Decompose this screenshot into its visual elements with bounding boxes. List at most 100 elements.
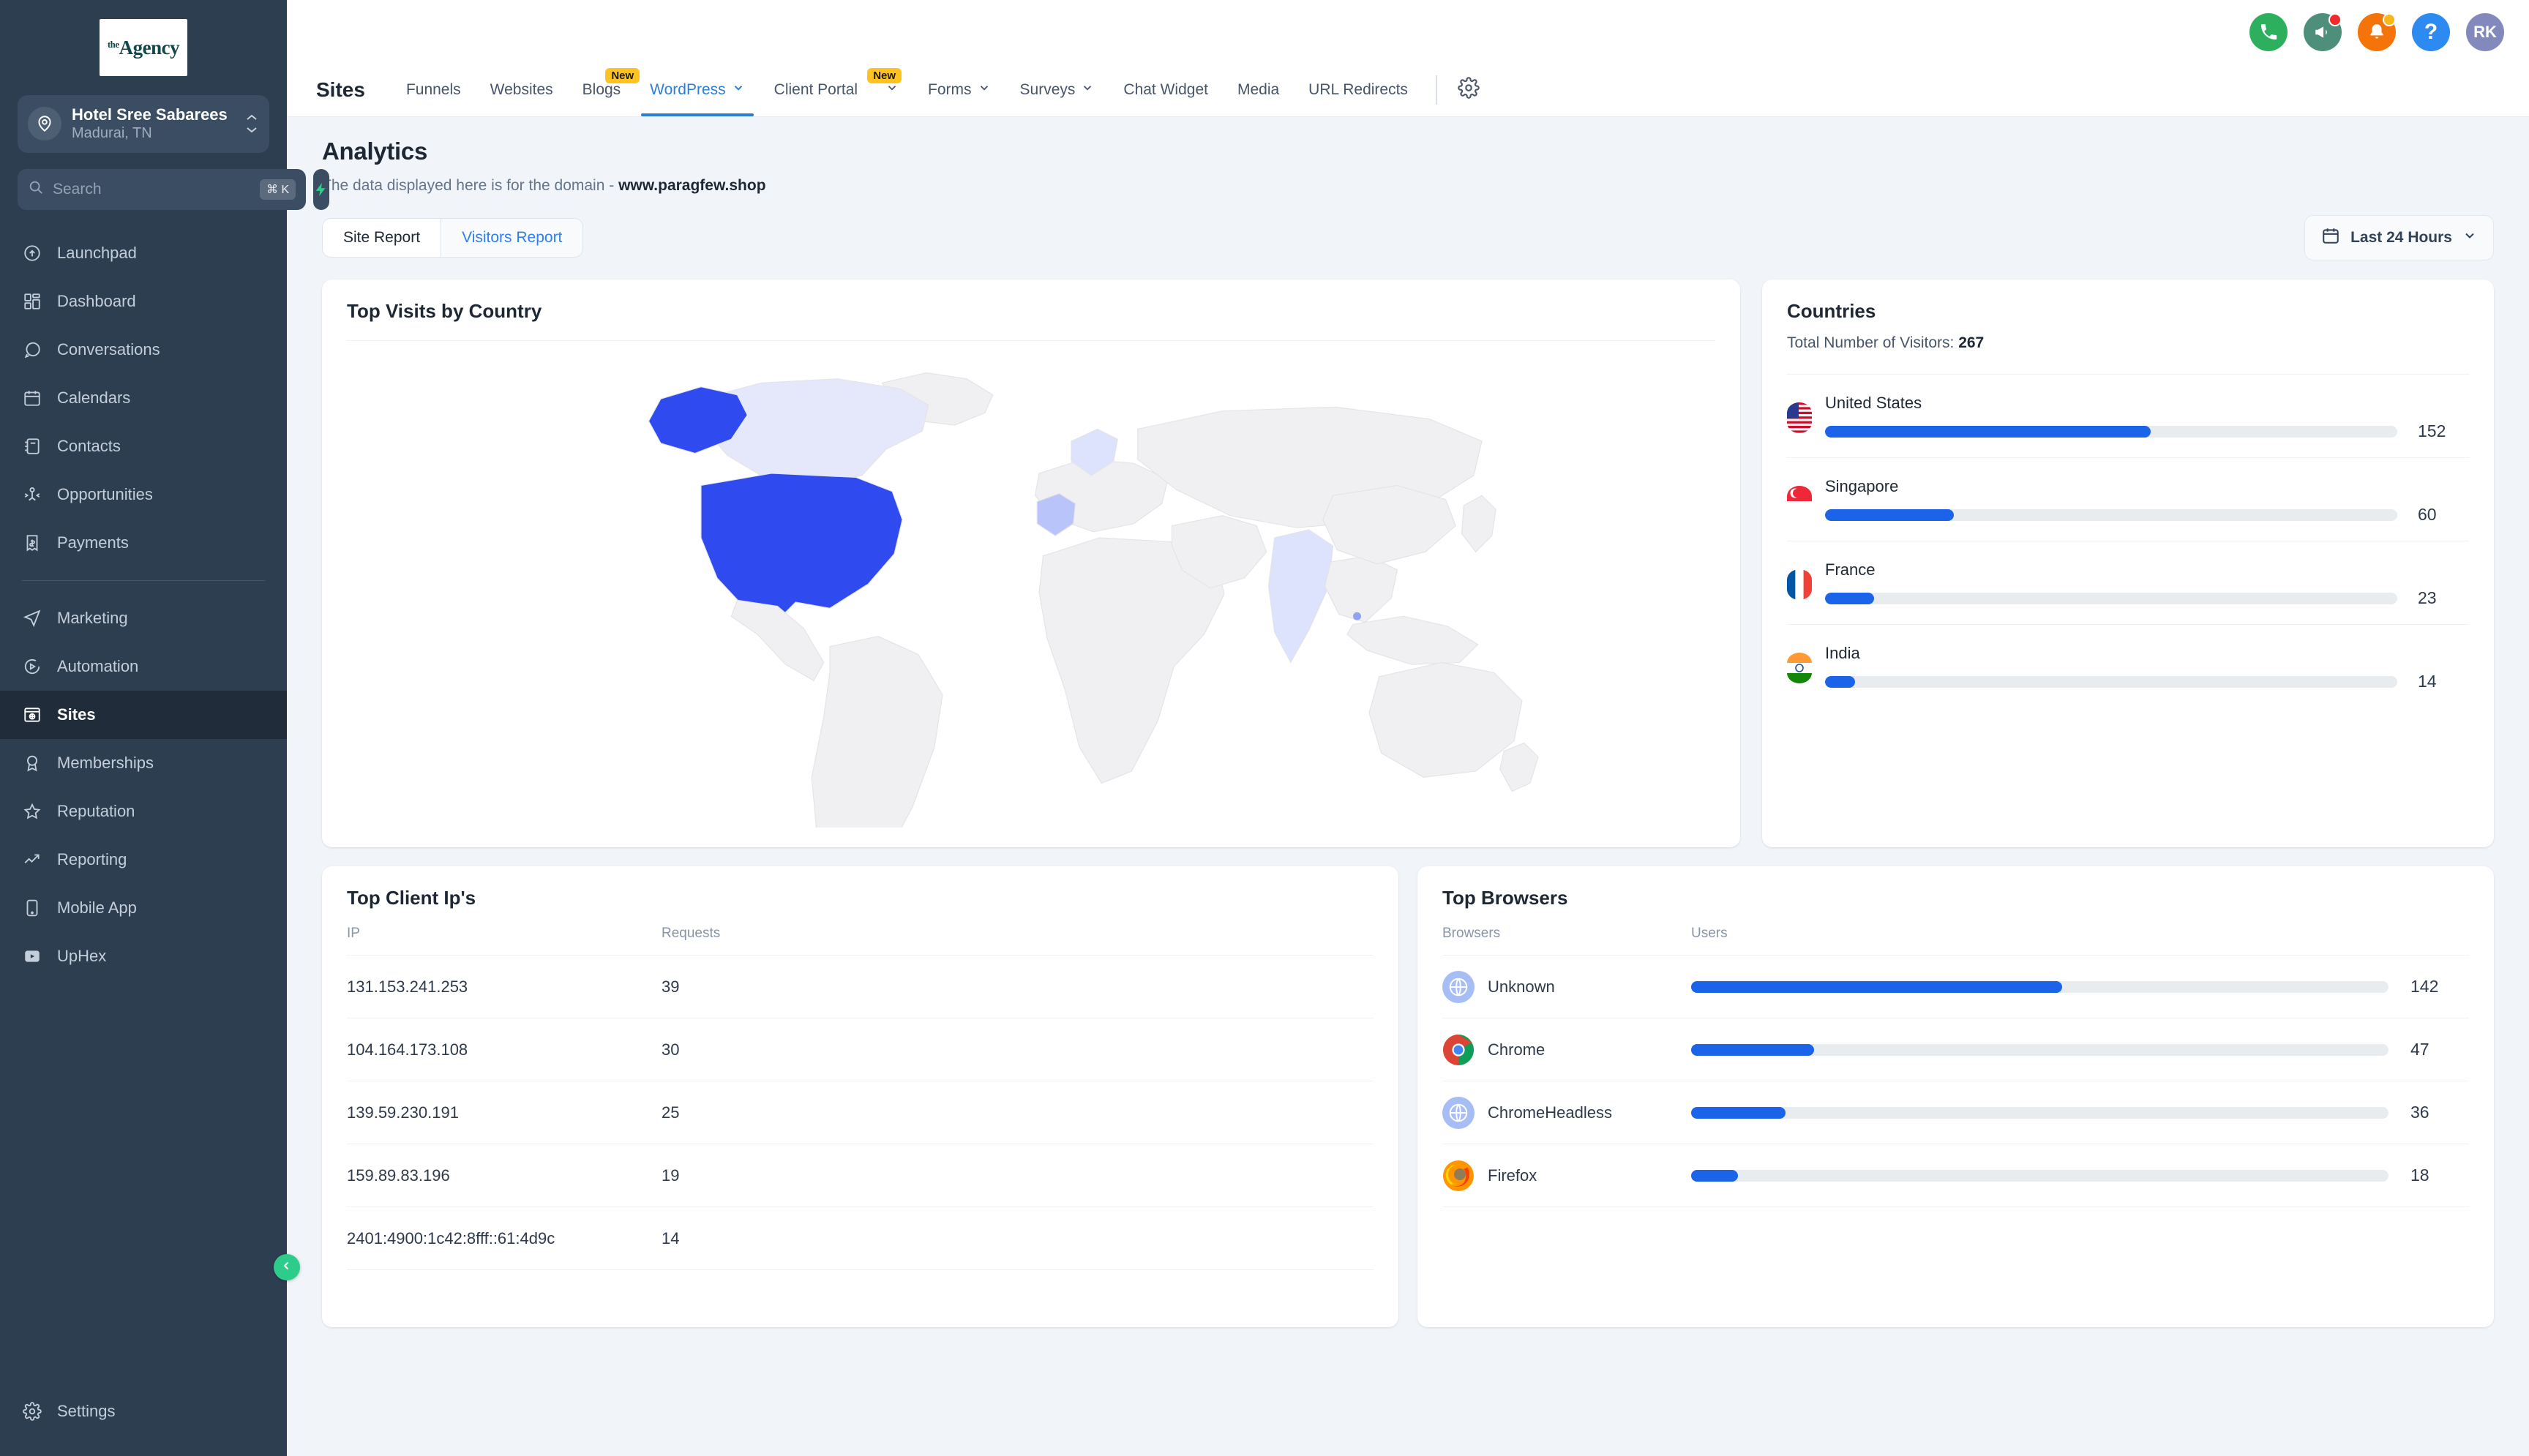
country-name: Singapore: [1825, 477, 1899, 495]
country-name: France: [1825, 560, 1876, 579]
sidebar-item-reporting[interactable]: Reporting: [0, 836, 287, 884]
country-bar-wrap: 23: [1825, 588, 2469, 608]
sidebar-collapse-button[interactable]: [274, 1254, 300, 1280]
sidebar-item-calendars[interactable]: Calendars: [0, 374, 287, 422]
table-row[interactable]: ChromeHeadless 36: [1442, 1081, 2469, 1144]
chevron-down-icon: [885, 81, 899, 99]
country-name: United States: [1825, 394, 1922, 412]
trend-up-icon: [22, 849, 42, 870]
tab-client-portal[interactable]: Client Portal New: [760, 64, 913, 116]
card-title: Countries: [1787, 300, 1876, 322]
sidebar-nav: Launchpad Dashboard Conversations Calend…: [0, 229, 287, 1387]
brand-logo[interactable]: theAgency: [0, 0, 287, 89]
page-subtitle: The data displayed here is for the domai…: [322, 177, 2494, 195]
location-updown-icon[interactable]: [244, 113, 259, 134]
sidebar-item-marketing[interactable]: Marketing: [0, 594, 287, 642]
navbar-settings-button[interactable]: [1450, 64, 1487, 116]
country-row[interactable]: India 14: [1787, 625, 2469, 708]
tab-websites[interactable]: Websites: [476, 64, 568, 116]
gear-icon: [22, 1401, 42, 1422]
sidebar-item-settings[interactable]: Settings: [0, 1387, 287, 1436]
tab-media[interactable]: Media: [1223, 64, 1294, 116]
progress-fill: [1825, 675, 1855, 688]
avatar[interactable]: RK: [2466, 13, 2504, 51]
tab-surveys[interactable]: Surveys: [1005, 64, 1109, 116]
bell-icon[interactable]: [2358, 13, 2396, 51]
chevron-down-icon: [2462, 228, 2477, 247]
cell-requests: 14: [662, 1228, 680, 1247]
calendar-icon: [2321, 226, 2340, 249]
browser-cell: Firefox: [1442, 1160, 1691, 1192]
sidebar-divider: [22, 579, 265, 581]
phone-icon[interactable]: [2249, 13, 2288, 51]
browser-value: 142: [2410, 977, 2439, 996]
sidebar-item-label: Conversations: [57, 339, 160, 359]
sidebar-item-contacts[interactable]: Contacts: [0, 422, 287, 470]
progress-track: [1825, 509, 2397, 521]
play-circle-icon: [22, 656, 42, 677]
table-row[interactable]: 104.164.173.108 30: [347, 1018, 1374, 1081]
sidebar-item-sites[interactable]: Sites: [0, 690, 287, 739]
sidebar-item-dashboard[interactable]: Dashboard: [0, 277, 287, 326]
sidebar-item-automation[interactable]: Automation: [0, 642, 287, 691]
country-value: 23: [2418, 588, 2437, 607]
sidebar-item-label: Automation: [57, 656, 139, 675]
browser-value: 36: [2410, 1103, 2429, 1122]
cell-requests: 39: [662, 977, 680, 996]
tab-wordpress[interactable]: WordPress: [635, 64, 759, 116]
sidebar-item-memberships[interactable]: Memberships: [0, 739, 287, 787]
table-row[interactable]: 2401:4900:1c42:8fff::61:4d9c 14: [347, 1207, 1374, 1270]
megaphone-icon[interactable]: [2304, 13, 2342, 51]
table-row[interactable]: Chrome 47: [1442, 1018, 2469, 1081]
tab-chat-widget[interactable]: Chat Widget: [1109, 64, 1223, 116]
progress-track: [1691, 1169, 2388, 1182]
progress-track: [1825, 675, 2397, 688]
location-switcher[interactable]: Hotel Sree Sabarees Madurai, TN: [18, 95, 269, 153]
tab-site-report[interactable]: Site Report: [323, 219, 441, 257]
table-row[interactable]: 131.153.241.253 39: [347, 956, 1374, 1018]
quick-actions-button[interactable]: [313, 168, 330, 210]
sidebar-item-uphex[interactable]: UpHex: [0, 932, 287, 980]
sidebar-item-conversations[interactable]: Conversations: [0, 326, 287, 374]
avatar-initials: RK: [2473, 23, 2497, 41]
logo-the: the: [107, 38, 119, 50]
table-row[interactable]: 139.59.230.191 25: [347, 1081, 1374, 1144]
date-range-picker[interactable]: Last 24 Hours: [2304, 215, 2494, 260]
sidebar-item-label: Reporting: [57, 849, 127, 868]
tab-url-redirects[interactable]: URL Redirects: [1294, 64, 1423, 116]
world-map-chart[interactable]: [347, 341, 1715, 831]
help-question-icon[interactable]: ?: [2412, 13, 2450, 51]
table-row[interactable]: Unknown 142: [1442, 956, 2469, 1018]
tab-blogs[interactable]: Blogs New: [568, 64, 640, 116]
page-subtitle-prefix: The data displayed here is for the domai…: [322, 177, 619, 194]
table-row[interactable]: 159.89.83.196 19: [347, 1144, 1374, 1207]
tab-funnels[interactable]: Funnels: [391, 64, 476, 116]
sidebar-item-opportunities[interactable]: Opportunities: [0, 470, 287, 519]
tab-visitors-report[interactable]: Visitors Report: [441, 219, 583, 257]
navbar-divider: [1435, 75, 1437, 105]
country-row[interactable]: Singapore 60: [1787, 458, 2469, 541]
countries-total-label: Total Number of Visitors:: [1787, 334, 1959, 351]
card-title: Top Browsers: [1442, 887, 1568, 909]
analytics-row-bottom: Top Client Ip's IP Requests 131.153.241.…: [322, 866, 2494, 1327]
sidebar-item-payments[interactable]: Payments: [0, 519, 287, 567]
column-header-browsers: Browsers: [1442, 926, 1501, 941]
country-row[interactable]: United States 152: [1787, 375, 2469, 458]
chrome-icon: [1442, 1034, 1475, 1066]
table-row[interactable]: Firefox 18: [1442, 1144, 2469, 1207]
search-box[interactable]: ⌘ K: [18, 168, 307, 210]
country-body: France 23: [1825, 560, 2469, 608]
tab-forms[interactable]: Forms: [913, 64, 1005, 116]
firefox-icon: [1442, 1160, 1475, 1192]
page-domain: www.paragfew.shop: [618, 177, 766, 194]
sidebar-item-mobile-app[interactable]: Mobile App: [0, 884, 287, 932]
search-input[interactable]: [53, 180, 251, 198]
contacts-book-icon: [22, 436, 42, 457]
sidebar-item-launchpad[interactable]: Launchpad: [0, 229, 287, 277]
sidebar-item-reputation[interactable]: Reputation: [0, 787, 287, 836]
us-flag-icon: [1787, 402, 1812, 433]
country-row[interactable]: France 23: [1787, 541, 2469, 625]
sidebar-item-label: Calendars: [57, 388, 131, 407]
progress-track: [1825, 592, 2397, 604]
browser-globe-icon: [22, 705, 42, 725]
